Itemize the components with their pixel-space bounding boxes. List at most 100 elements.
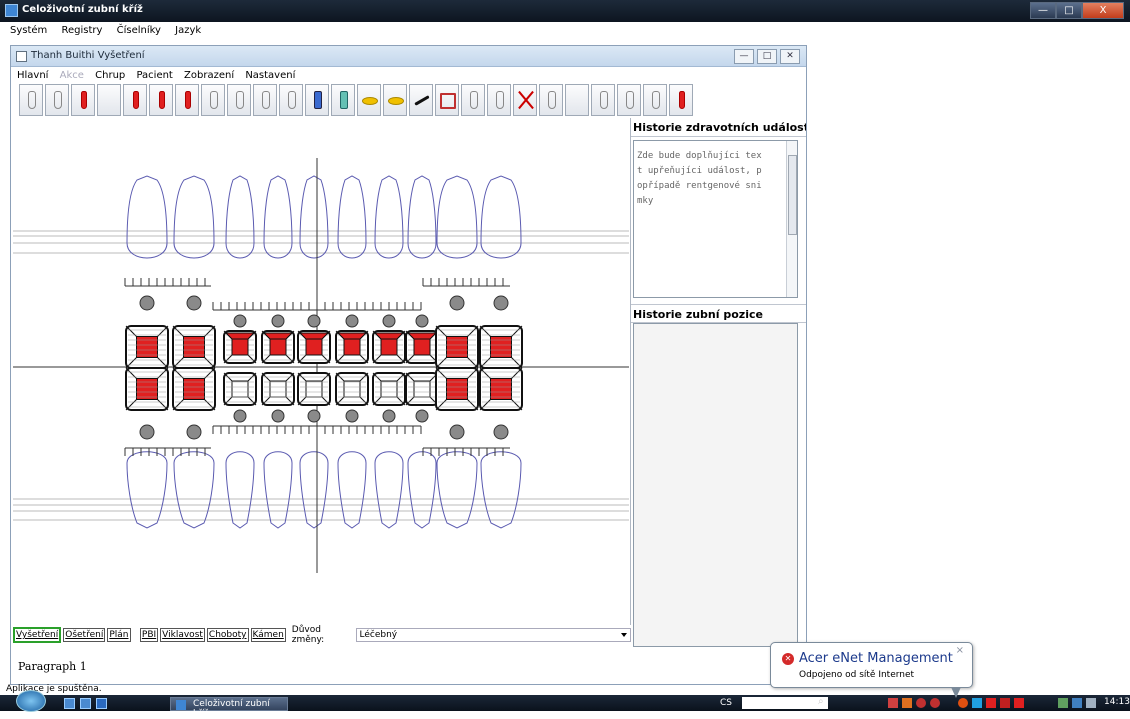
lower-tooth <box>225 451 255 529</box>
scroll-thumb[interactable] <box>788 155 797 235</box>
ie-icon[interactable] <box>96 698 107 709</box>
tool-tooth-green-button[interactable] <box>279 84 303 116</box>
upper-tooth <box>436 175 478 259</box>
show-desktop-icon[interactable] <box>64 698 75 709</box>
line-black-icon <box>414 95 430 106</box>
tool-box-red-button[interactable] <box>435 84 459 116</box>
exam-window-titlebar: Thanh Buithi Vyšetření — □ ✕ <box>11 46 806 67</box>
start-button[interactable] <box>16 690 46 712</box>
tray-icon[interactable] <box>902 698 912 708</box>
upper-probe-circle <box>233 314 247 328</box>
lower-probe-circle <box>345 409 359 423</box>
menu-ciselniky[interactable]: Číselníky <box>109 22 164 36</box>
tray-icon[interactable] <box>888 698 898 708</box>
tool-tooth-green-button[interactable] <box>591 84 615 116</box>
tool-tooth-plus-button[interactable] <box>643 84 667 116</box>
upper-tooth <box>374 175 404 259</box>
tray-icon[interactable] <box>986 698 996 708</box>
inner-maximize-button[interactable]: □ <box>757 49 777 64</box>
tool-tooth-outline-button[interactable] <box>487 84 511 116</box>
menu-hlavni[interactable]: Hlavní <box>11 67 50 81</box>
events-textarea[interactable]: Zde bude doplňujíci tex t upřeňujíci udá… <box>633 140 798 298</box>
lower-tooth <box>173 451 215 529</box>
marked-occlusal <box>231 338 249 356</box>
tool-pill-yellow-small-button[interactable] <box>383 84 407 116</box>
tool-tooth-base-red-button[interactable] <box>123 84 147 116</box>
tool-root-outline-button[interactable] <box>253 84 277 116</box>
position-history-list[interactable] <box>633 323 798 647</box>
occlusal-surface <box>231 380 249 398</box>
tray-icon[interactable] <box>1000 698 1010 708</box>
tool-bridge-blue-button[interactable] <box>305 84 329 116</box>
menu-jazyk[interactable]: Jazyk <box>167 22 204 36</box>
tray-icon[interactable] <box>930 698 940 708</box>
upper-tooth <box>225 175 255 259</box>
taskbar-app-button[interactable]: Celoživotní zubní kříž <box>170 697 288 719</box>
chart-tabs: Vyšetření Ošetření Plán PBI Viklavost Ch… <box>13 625 631 645</box>
menu-chrup[interactable]: Chrup <box>89 67 127 81</box>
language-indicator[interactable]: CS <box>720 698 732 708</box>
tab-kamen[interactable]: Kámen <box>250 628 286 642</box>
tray-icon[interactable] <box>958 698 968 708</box>
paragraph-area[interactable]: Paragraph 1 <box>13 646 631 684</box>
tool-arrows-red-button[interactable] <box>149 84 173 116</box>
menu-nastaveni[interactable]: Nastavení <box>239 67 297 81</box>
clock[interactable]: 14:13 <box>1104 697 1130 707</box>
tool-tooth-gray-button[interactable] <box>19 84 43 116</box>
tool-root-black-button[interactable] <box>201 84 225 116</box>
tool-tooth-plus-button[interactable] <box>617 84 641 116</box>
tool-empty-button[interactable] <box>97 84 121 116</box>
menu-pacient[interactable]: Pacient <box>130 67 174 81</box>
tool-tooth-outline-button[interactable] <box>45 84 69 116</box>
tab-vysetreni[interactable]: Vyšetření <box>13 627 62 643</box>
menu-zobrazeni[interactable]: Zobrazení <box>178 67 236 81</box>
tray-icon[interactable] <box>1014 698 1024 708</box>
tool-pill-yellow-button[interactable] <box>357 84 381 116</box>
maximize-button[interactable]: □ <box>1056 2 1082 19</box>
tool-root-dark-button[interactable] <box>227 84 251 116</box>
tool-bridge-teal-button[interactable] <box>331 84 355 116</box>
tool-empty-button[interactable] <box>565 84 589 116</box>
minimize-button[interactable]: — <box>1030 2 1056 19</box>
tooth-outline-icon <box>548 91 556 109</box>
tool-tooth-red-tip-button[interactable] <box>71 84 95 116</box>
tray-icon[interactable] <box>916 698 926 708</box>
tool-root-red-button[interactable] <box>175 84 199 116</box>
tray-icon[interactable] <box>972 698 982 708</box>
tab-choboty[interactable]: Choboty <box>206 628 249 642</box>
search-icon[interactable]: ⌕ <box>818 696 824 707</box>
menu-system[interactable]: Systém <box>0 22 50 36</box>
tool-tooth-outline-button[interactable] <box>461 84 485 116</box>
tab-osetreni[interactable]: Ošetření <box>63 628 106 642</box>
paragraph-text: Paragraph 1 <box>18 660 87 673</box>
upper-probe-circle <box>139 295 155 311</box>
close-icon[interactable]: × <box>956 645 964 656</box>
close-button[interactable]: X <box>1082 2 1124 19</box>
dental-chart-area <box>13 118 631 625</box>
taskbar-search-input[interactable] <box>742 697 828 709</box>
inner-close-button[interactable]: ✕ <box>780 49 800 64</box>
tab-viklavost[interactable]: Viklavost <box>160 628 205 642</box>
tab-pbi[interactable]: PBI <box>139 628 159 642</box>
display-icon[interactable] <box>1072 698 1082 708</box>
tooth-red-tip-icon <box>81 91 87 109</box>
exam-window: Thanh Buithi Vyšetření — □ ✕ Hlavní Akce… <box>10 45 807 685</box>
error-icon: ✕ <box>782 653 794 665</box>
reason-select[interactable]: Léčebný <box>355 628 631 642</box>
switch-windows-icon[interactable] <box>80 698 91 709</box>
events-scrollbar[interactable] <box>786 141 797 297</box>
occlusal-surface <box>183 378 205 400</box>
tool-tooth-outline-button[interactable] <box>539 84 563 116</box>
volume-icon[interactable] <box>1086 698 1096 708</box>
events-line: t upřeňujíci událost, p <box>637 166 762 176</box>
tab-plan[interactable]: Plán <box>107 628 131 642</box>
tool-cross-red-button[interactable] <box>513 84 537 116</box>
menu-registry[interactable]: Registry <box>53 22 105 36</box>
notification-balloon[interactable]: ✕ Acer eNet Management Odpojeno od sítě … <box>770 642 973 698</box>
dental-chart[interactable] <box>13 118 629 623</box>
tool-line-black-button[interactable] <box>409 84 433 116</box>
root-dark-icon <box>236 91 244 109</box>
inner-minimize-button[interactable]: — <box>734 49 754 64</box>
network-icon[interactable] <box>1058 698 1068 708</box>
tool-tooth-red-small-button[interactable] <box>669 84 693 116</box>
